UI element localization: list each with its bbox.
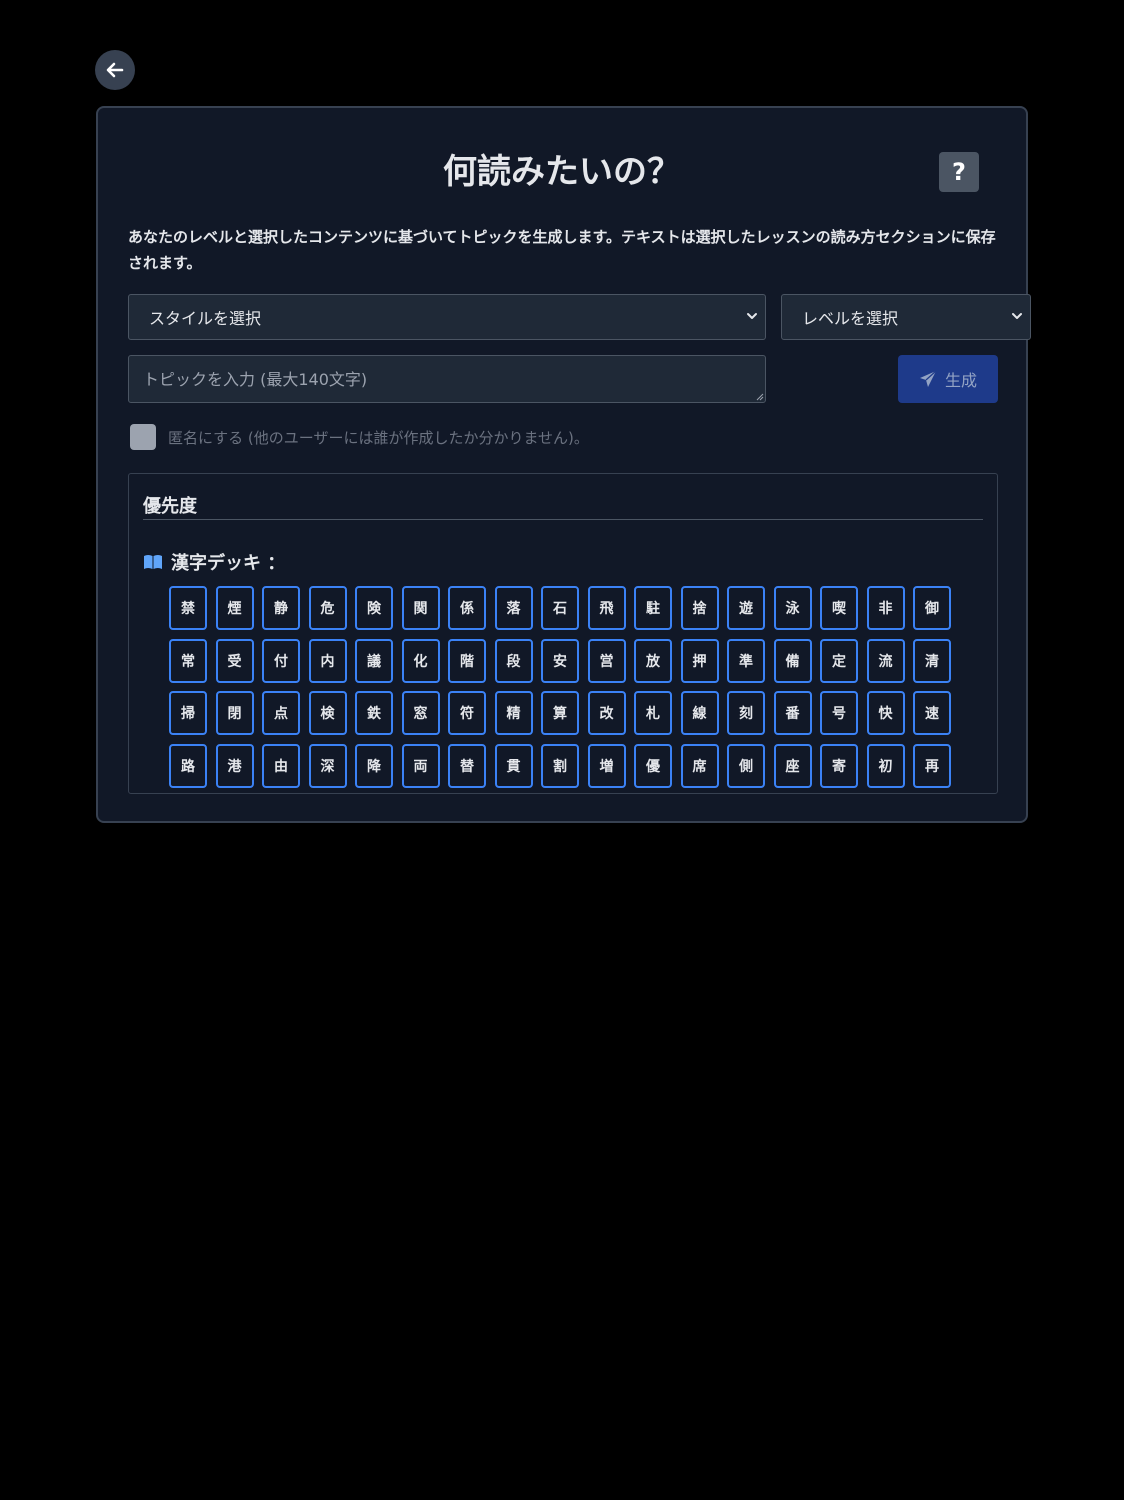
kanji-tile[interactable]: 御 bbox=[913, 586, 951, 630]
kanji-tile[interactable]: 化 bbox=[401, 638, 440, 683]
kanji-tile[interactable]: 流 bbox=[866, 638, 905, 683]
priority-section: 優先度 漢字デッキ ： 禁煙静危険関係落石飛駐捨遊泳喫非御常受付内議化階段安営放… bbox=[128, 473, 998, 794]
kanji-tile[interactable]: 非 bbox=[866, 586, 905, 630]
kanji-tile[interactable]: 関 bbox=[401, 586, 440, 630]
kanji-deck-label: 漢字デッキ ： bbox=[171, 553, 286, 574]
kanji-tile[interactable]: 険 bbox=[355, 586, 393, 630]
level-select[interactable]: レベルを選択 bbox=[781, 294, 1031, 340]
kanji-tile[interactable]: 線 bbox=[680, 691, 719, 735]
kanji-tile[interactable]: 煙 bbox=[215, 586, 254, 630]
kanji-tile[interactable]: 常 bbox=[169, 638, 207, 683]
kanji-tile[interactable]: 喫 bbox=[820, 586, 858, 630]
kanji-tile[interactable]: 受 bbox=[215, 638, 254, 683]
kanji-tile[interactable]: 再 bbox=[913, 743, 951, 788]
kanji-tile[interactable]: 営 bbox=[587, 638, 626, 683]
kanji-tile[interactable]: 係 bbox=[448, 586, 486, 630]
kanji-tile[interactable]: 降 bbox=[355, 743, 393, 788]
kanji-tile[interactable]: 危 bbox=[308, 586, 347, 630]
kanji-tile[interactable]: 増 bbox=[587, 743, 626, 788]
kanji-tile[interactable]: 精 bbox=[494, 691, 533, 735]
kanji-tile[interactable]: 検 bbox=[308, 691, 347, 735]
kanji-tile[interactable]: 替 bbox=[448, 743, 486, 788]
page-title: 何読みたいの？ bbox=[443, 152, 681, 192]
generate-label: 生成 bbox=[944, 371, 977, 390]
kanji-tile[interactable]: 禁 bbox=[169, 586, 207, 630]
kanji-tile[interactable]: 定 bbox=[820, 638, 858, 683]
kanji-tile[interactable]: 港 bbox=[215, 743, 254, 788]
resize-handle-icon[interactable] bbox=[756, 393, 764, 401]
kanji-tile[interactable]: 快 bbox=[866, 691, 905, 735]
kanji-tile[interactable]: 両 bbox=[401, 743, 440, 788]
back-button[interactable] bbox=[95, 50, 135, 90]
kanji-tile[interactable]: 清 bbox=[913, 638, 951, 683]
kanji-tile[interactable]: 刻 bbox=[727, 691, 765, 735]
anonymous-checkbox[interactable] bbox=[130, 424, 156, 450]
kanji-tile[interactable]: 改 bbox=[587, 691, 626, 735]
kanji-deck-header: 漢字デッキ ： bbox=[143, 549, 285, 575]
priority-title: 優先度 bbox=[143, 496, 197, 517]
kanji-tile[interactable]: 割 bbox=[541, 743, 579, 788]
kanji-tile[interactable]: 窓 bbox=[401, 691, 440, 735]
kanji-tile[interactable]: 側 bbox=[727, 743, 765, 788]
kanji-tile[interactable]: 閉 bbox=[215, 691, 254, 735]
kanji-tile[interactable]: 段 bbox=[494, 638, 533, 683]
anonymous-option: 匿名にする (他のユーザーには誰が作成したか分かりません)。 bbox=[130, 424, 589, 450]
kanji-tile[interactable]: 落 bbox=[494, 586, 533, 630]
chevron-down-icon bbox=[747, 313, 757, 319]
reading-topic-card: 何読みたいの？ ? あなたのレベルと選択したコンテンツに基づいてトピックを生成し… bbox=[96, 106, 1031, 823]
kanji-tile[interactable]: 付 bbox=[262, 638, 300, 683]
arrow-left-icon bbox=[106, 62, 124, 78]
kanji-tile[interactable]: 札 bbox=[634, 691, 672, 735]
kanji-tile[interactable]: 点 bbox=[262, 691, 300, 735]
kanji-tile[interactable]: 準 bbox=[727, 638, 765, 683]
kanji-tile[interactable]: 遊 bbox=[727, 586, 765, 630]
kanji-tile[interactable]: 号 bbox=[820, 691, 858, 735]
kanji-tile[interactable]: 泳 bbox=[773, 586, 812, 630]
kanji-tile[interactable]: 石 bbox=[541, 586, 579, 630]
style-select-value: スタイルを選択 bbox=[149, 309, 262, 328]
kanji-tile[interactable]: 掃 bbox=[169, 691, 207, 735]
anonymous-label: 匿名にする (他のユーザーには誰が作成したか分かりません)。 bbox=[168, 428, 589, 447]
kanji-tile[interactable]: 内 bbox=[308, 638, 347, 683]
kanji-tile[interactable]: 由 bbox=[262, 743, 300, 788]
kanji-tile[interactable]: 優 bbox=[634, 743, 672, 788]
kanji-tile[interactable]: 放 bbox=[634, 638, 672, 683]
help-button[interactable]: ? bbox=[939, 152, 979, 192]
topic-input[interactable] bbox=[128, 355, 766, 403]
kanji-tile[interactable]: 座 bbox=[773, 743, 812, 788]
kanji-tile[interactable]: 静 bbox=[262, 586, 300, 630]
kanji-tile[interactable]: 初 bbox=[866, 743, 905, 788]
kanji-tile[interactable]: 番 bbox=[773, 691, 812, 735]
kanji-tile[interactable]: 貫 bbox=[494, 743, 533, 788]
kanji-tile[interactable]: 鉄 bbox=[355, 691, 393, 735]
kanji-tile[interactable]: 速 bbox=[913, 691, 951, 735]
kanji-tile[interactable]: 議 bbox=[355, 638, 393, 683]
chevron-down-icon bbox=[1012, 313, 1022, 319]
kanji-tile[interactable]: 席 bbox=[680, 743, 719, 788]
style-select[interactable]: スタイルを選択 bbox=[128, 294, 766, 340]
kanji-tile[interactable]: 階 bbox=[448, 638, 486, 683]
description-text: あなたのレベルと選択したコンテンツに基づいてトピックを生成します。テキストは選択… bbox=[128, 228, 996, 272]
kanji-tile[interactable]: 押 bbox=[680, 638, 719, 683]
kanji-tile[interactable]: 捨 bbox=[680, 586, 719, 630]
kanji-tile[interactable]: 符 bbox=[448, 691, 486, 735]
kanji-tile[interactable]: 深 bbox=[308, 743, 347, 788]
paper-plane-icon bbox=[919, 370, 937, 387]
open-book-icon bbox=[144, 555, 162, 569]
kanji-tile[interactable]: 駐 bbox=[634, 586, 672, 630]
kanji-tile[interactable]: 寄 bbox=[820, 743, 858, 788]
kanji-grid: 禁煙静危険関係落石飛駐捨遊泳喫非御常受付内議化階段安営放押準備定流清掃閉点検鉄窓… bbox=[169, 586, 951, 788]
kanji-tile[interactable]: 路 bbox=[169, 743, 207, 788]
generate-button[interactable]: 生成 bbox=[898, 355, 998, 403]
level-select-value: レベルを選択 bbox=[802, 309, 899, 328]
kanji-tile[interactable]: 算 bbox=[541, 691, 579, 735]
divider bbox=[143, 519, 983, 520]
kanji-tile[interactable]: 安 bbox=[541, 638, 579, 683]
kanji-tile[interactable]: 備 bbox=[773, 638, 812, 683]
kanji-tile[interactable]: 飛 bbox=[587, 586, 626, 630]
